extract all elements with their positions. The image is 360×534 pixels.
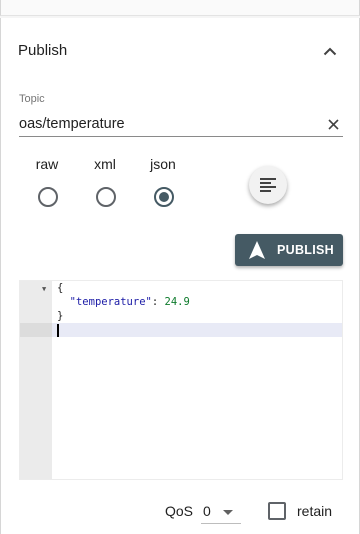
editor-line-2: "temperature": 24.9 [69,296,190,308]
json-value: 24.9 [164,296,190,308]
caret-down-icon [223,510,233,515]
radio-unchecked-circle [96,187,116,207]
format-radio-xml[interactable]: xml [80,156,130,216]
topic-underline [19,136,343,137]
format-radio-json-label: json [150,156,176,172]
editor-active-line [52,323,342,337]
clear-topic-button[interactable] [324,115,342,133]
previous-panel-card [0,0,360,16]
navigation-arrow-icon [249,241,265,259]
format-radio-xml-label: xml [94,156,116,172]
publish-button[interactable]: PUBLISH [235,234,343,266]
align-left-icon [260,178,276,192]
json-key: "temperature" [69,296,152,308]
radio-unchecked-circle [38,187,58,207]
editor-gutter [20,281,52,479]
format-radio-json[interactable]: json [138,156,188,216]
radio-checked-dot [159,192,169,202]
format-radio-group: raw xml json [1,156,251,216]
payload-editor[interactable]: ▼ { "temperature": 24.9 } [19,280,343,480]
editor-line-1: { [57,282,64,294]
app-page: Publish Topic raw xml [0,0,360,534]
format-radio-raw[interactable]: raw [22,156,72,216]
collapse-button[interactable] [317,40,343,62]
retain-label[interactable]: retain [297,503,332,519]
qos-label: QoS [165,503,194,519]
editor-line-3: } [57,310,64,322]
retain-checkbox[interactable] [268,502,286,520]
topic-input[interactable] [19,113,319,135]
panel-title: Publish [18,42,68,59]
chevron-up-icon [323,47,337,55]
qos-value: 0 [203,503,211,519]
editor-gutter-active-line [20,323,52,337]
radio-checked-circle [154,187,174,207]
publish-panel-header[interactable]: Publish [1,18,359,82]
format-code-button[interactable] [249,166,287,204]
format-radio-raw-label: raw [35,156,59,172]
previous-panel-edge [0,0,360,18]
topic-label: Topic [19,93,45,105]
qos-select[interactable]: 0 [201,498,241,524]
publish-panel: Publish Topic raw xml [0,18,360,534]
fold-arrow-icon[interactable]: ▼ [42,285,46,293]
publish-button-label: PUBLISH [277,243,334,257]
close-icon [327,118,339,130]
text-cursor [57,324,59,337]
